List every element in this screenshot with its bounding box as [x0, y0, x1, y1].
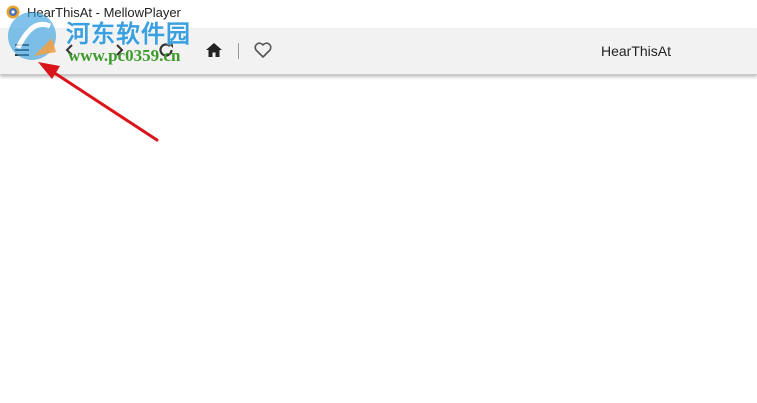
app-logo-icon [6, 5, 20, 19]
favorite-button[interactable] [251, 38, 275, 62]
chevron-left-icon [65, 44, 73, 56]
menu-icon [15, 44, 29, 56]
app-window: HearThisAt - MellowPlayer HearThisAt 河东软… [0, 0, 757, 403]
menu-button[interactable] [10, 38, 34, 62]
back-button[interactable] [58, 38, 82, 62]
toolbar: HearThisAt [0, 28, 757, 75]
chevron-right-icon [116, 44, 124, 56]
toolbar-separator [238, 43, 239, 59]
home-icon [206, 43, 222, 57]
heart-outline-icon [254, 42, 272, 58]
service-title: HearThisAt [600, 43, 671, 59]
reload-icon [159, 43, 173, 57]
title-bar: HearThisAt - MellowPlayer [0, 0, 757, 26]
reload-button[interactable] [154, 38, 178, 62]
home-button[interactable] [202, 38, 226, 62]
window-title: HearThisAt - MellowPlayer [27, 5, 181, 20]
forward-button[interactable] [107, 38, 131, 62]
